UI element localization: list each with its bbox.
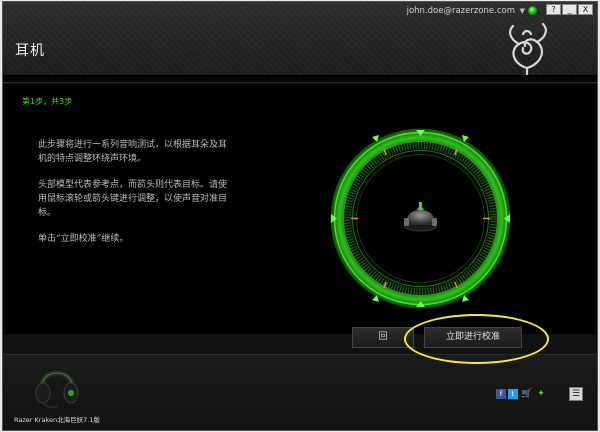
page-title: 耳机 xyxy=(15,43,45,59)
header: john.doe@razerzone.com ▼ ? _ X 耳机 xyxy=(3,2,597,76)
headset-image xyxy=(35,370,79,409)
status-dot-icon[interactable] xyxy=(528,6,537,15)
user-email[interactable]: john.doe@razerzone.com xyxy=(407,6,515,16)
facebook-icon[interactable]: f xyxy=(496,389,506,399)
device-name: Razer Kraken北海巨妖7.1版 xyxy=(14,416,100,424)
calibration-dial[interactable] xyxy=(328,126,513,311)
header-band xyxy=(3,76,597,83)
close-button[interactable]: X xyxy=(578,4,593,15)
instruction-paragraph-3: 单击“立即校准”继续。 xyxy=(38,234,129,244)
step-indicator: 第1步，共3步 xyxy=(22,97,73,106)
help-button[interactable]: ? xyxy=(546,4,561,15)
instruction-paragraph-2: 头部模型代表参考点，而箭头则代表目标。请使用鼠标滚轮或箭头键进行调整，以使声音对… xyxy=(38,180,228,218)
twitter-icon[interactable]: t xyxy=(508,389,518,399)
razer-logo-icon xyxy=(509,22,547,76)
account-dropdown-icon[interactable]: ▼ xyxy=(520,7,525,15)
minimize-button[interactable]: _ xyxy=(562,4,577,15)
cart-icon[interactable]: 🛒 xyxy=(521,389,532,399)
highlight-ellipse xyxy=(404,314,549,364)
menu-button[interactable]: ☰ xyxy=(569,387,583,401)
instruction-paragraph-1: 此步骤将进行一系列音响测试，以根据耳朵及耳机的特点调整环绕声环境。 xyxy=(38,140,228,164)
instructions: 此步骤将进行一系列音响测试，以根据耳朵及耳机的特点调整环绕声环境。 头部模型代表… xyxy=(38,138,228,258)
razer-small-icon[interactable]: ✦ xyxy=(536,389,546,399)
